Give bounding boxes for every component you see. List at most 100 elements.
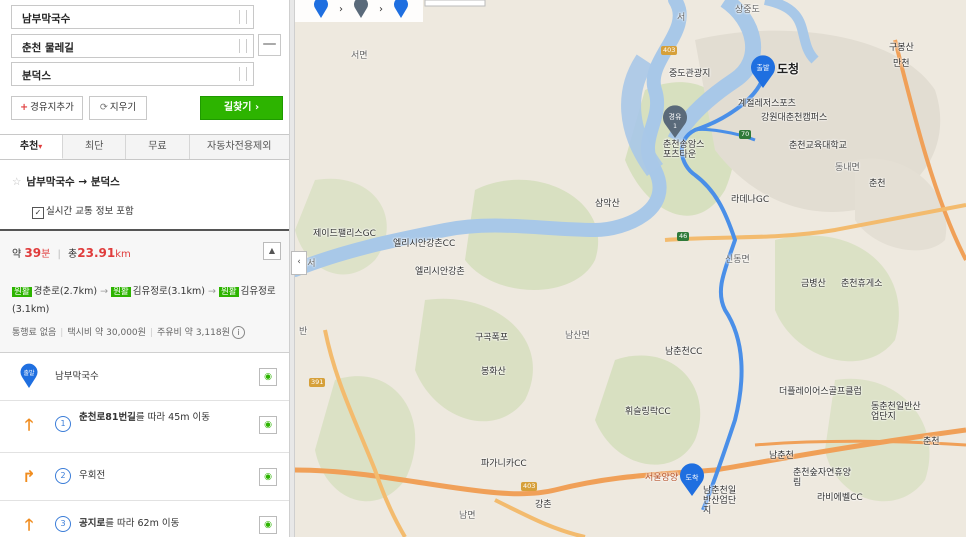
map-label: 삼악산 <box>595 199 620 209</box>
waypoint-end-field[interactable]: 분덕스 <box>11 62 254 86</box>
add-waypoint-label: 경유지추가 <box>30 102 74 113</box>
map-end-marker[interactable]: 도착 <box>680 463 704 496</box>
start-pin-label: 출발 <box>23 369 35 377</box>
taxi-fare-text: 택시비 약 30,000원 <box>67 328 146 338</box>
road-status-badge: 원활 <box>12 287 32 297</box>
road-segment: 김유정로(3.1km) <box>132 286 205 297</box>
via-marker-number: 1 <box>673 123 677 130</box>
start-pin-icon: 출발 <box>20 363 38 388</box>
info-icon[interactable]: i <box>231 326 245 339</box>
search-route-button[interactable]: 길찾기 › <box>200 96 283 120</box>
map-label: 서면 <box>351 51 368 61</box>
time-value: 39 <box>24 246 42 260</box>
route-step[interactable]: 출발 남부막국수 ◉ <box>0 353 289 401</box>
waypoint-start-field[interactable]: 남부막국수 <box>11 5 254 29</box>
map-label: 춘천숲자연휴양림 <box>793 468 851 488</box>
map-label: 춘천송암스포츠타운 <box>663 140 705 160</box>
route-option-tabs: 추천▾ 최단 무료 자동차전용제외 <box>0 134 289 160</box>
map-label: 엘리시안강촌CC <box>393 239 456 249</box>
map-label: 라데나GC <box>731 195 770 205</box>
route-time-distance: 약 39분 | 총23.91km <box>12 245 131 260</box>
road-status-badge: 원활 <box>218 287 239 297</box>
locate-icon[interactable]: ◉ <box>259 468 277 486</box>
map-label: 만천 <box>893 59 910 69</box>
clear-button[interactable]: ⟳ 지우기 <box>89 96 147 120</box>
waypoint-start-text: 남부막국수 <box>22 13 71 25</box>
route-title: ☆ 남부막국수 → 분덕스 <box>12 174 120 189</box>
map-label: 반 <box>299 327 308 337</box>
arrow-right-turn-icon: ↱ <box>22 467 36 486</box>
drag-handle-icon[interactable] <box>239 10 247 24</box>
map-label: 서 <box>677 13 686 23</box>
waypoint-via-text: 춘천 물레길 <box>22 42 74 54</box>
map-label: 계절레저스포츠 <box>738 99 796 109</box>
distance-prefix: 총 <box>68 249 78 260</box>
add-waypoint-button[interactable]: + 경유지추가 <box>11 96 83 120</box>
collapse-up-icon[interactable]: ▲ <box>263 242 281 260</box>
map-label: 신동면 <box>725 255 750 265</box>
arrow-right-icon: → <box>208 286 216 297</box>
checkbox-checked-icon[interactable]: ✓ <box>32 207 44 219</box>
map-label: 상중도 <box>735 5 760 15</box>
map-label: 휘슬링락CC <box>625 407 671 417</box>
step-text-rest: 를 따라 62m 이동 <box>105 518 180 529</box>
map-label: 남면 <box>459 511 476 521</box>
road-segment: 경춘로(2.7km) <box>33 286 98 297</box>
tab-exclude-highway[interactable]: 자동차전용제외 <box>190 135 289 159</box>
map-label: 남산면 <box>565 331 590 341</box>
map-label: 동내면 <box>835 163 860 173</box>
drag-handle-icon[interactable] <box>239 67 247 81</box>
road-shield: 391 <box>309 378 326 387</box>
map-label: 엘리시안강촌 <box>415 267 465 277</box>
route-panel: 남부막국수 춘천 물레길 — 분덕스 + 경유지추가 ⟳ 지우기 길찾기 › 추천▾… <box>0 0 289 537</box>
end-marker-label: 도착 <box>686 474 699 482</box>
distance-unit: km <box>115 249 131 260</box>
tab-free[interactable]: 무료 <box>126 135 190 159</box>
route-step[interactable]: 🡑 3 공지로를 따라 62m 이동 ◉ <box>0 501 289 537</box>
remove-waypoint-button[interactable]: — <box>258 34 281 56</box>
step-text: 공지로를 따라 62m 이동 <box>79 518 229 530</box>
chevron-left-icon[interactable]: ‹ <box>291 251 307 275</box>
time-prefix: 약 <box>12 249 22 260</box>
map-label: 서울양양 <box>645 473 679 483</box>
fuel-cost-text: 주유비 약 3,118원 <box>156 328 230 338</box>
toll-text: 통행료 없음 <box>12 328 57 338</box>
clear-label: 지우기 <box>109 102 137 113</box>
route-roads: 원활 경춘로(2.7km) → 원활 김유정로(3.1km) → 원활 김유정로(3.1km) <box>12 283 280 318</box>
star-icon[interactable]: ☆ <box>12 176 21 188</box>
route-costs: 통행료 없음 | 택시비 약 30,000원 | 주유비 약 3,118원 i <box>12 325 245 339</box>
drag-handle-icon[interactable] <box>239 39 247 53</box>
map-label: 도청 <box>777 62 800 76</box>
locate-icon[interactable]: ◉ <box>259 416 277 434</box>
traffic-option[interactable]: ✓ 실시간 교통 정보 포함 <box>32 203 134 219</box>
map-canvas[interactable]: 출발 경유 1 도착 › › <box>295 0 966 537</box>
tab-recommended[interactable]: 추천▾ <box>0 135 64 159</box>
map-label: 동춘천일반산업단지 <box>871 402 921 422</box>
map-label: 춘천교육대학교 <box>789 141 847 151</box>
step-number: 2 <box>55 468 71 484</box>
map-label: 강촌 <box>535 500 552 510</box>
map-label: 제이드팰리스GC <box>313 229 376 239</box>
locate-icon[interactable]: ◉ <box>259 516 277 534</box>
arrow-right-icon: → <box>100 286 109 297</box>
map-view[interactable]: 출발 경유 1 도착 › › 도청 서면 상중도 서 구봉산 만천 중도관광지 … <box>295 0 966 537</box>
map-label: 남춘천일반산업단지 <box>703 486 737 516</box>
map-label: 라비에벨CC <box>817 493 863 503</box>
time-unit: 분 <box>41 249 51 260</box>
distance-value: 23.91 <box>77 246 116 260</box>
map-label: 춘천 <box>869 179 886 189</box>
road-status-badge: 원활 <box>111 287 131 297</box>
map-label: 봉화산 <box>481 367 506 377</box>
divider: | <box>57 249 61 260</box>
road-shield: 46 <box>677 232 690 241</box>
refresh-icon: ⟳ <box>99 102 108 113</box>
waypoint-via-field[interactable]: 춘천 물레길 <box>11 34 254 58</box>
svg-text:›: › <box>339 4 343 15</box>
waypoint-end-text: 분덕스 <box>22 70 51 82</box>
map-label: 중도관광지 <box>669 69 711 79</box>
tab-shortest[interactable]: 최단 <box>63 135 127 159</box>
arrow-straight-icon: 🡑 <box>24 515 34 534</box>
route-step[interactable]: 🡑 1 춘천로81번길를 따라 45m 이동 ◉ <box>0 401 289 453</box>
locate-icon[interactable]: ◉ <box>259 368 277 386</box>
route-step[interactable]: ↱ 2 우회전 ◉ <box>0 453 289 501</box>
